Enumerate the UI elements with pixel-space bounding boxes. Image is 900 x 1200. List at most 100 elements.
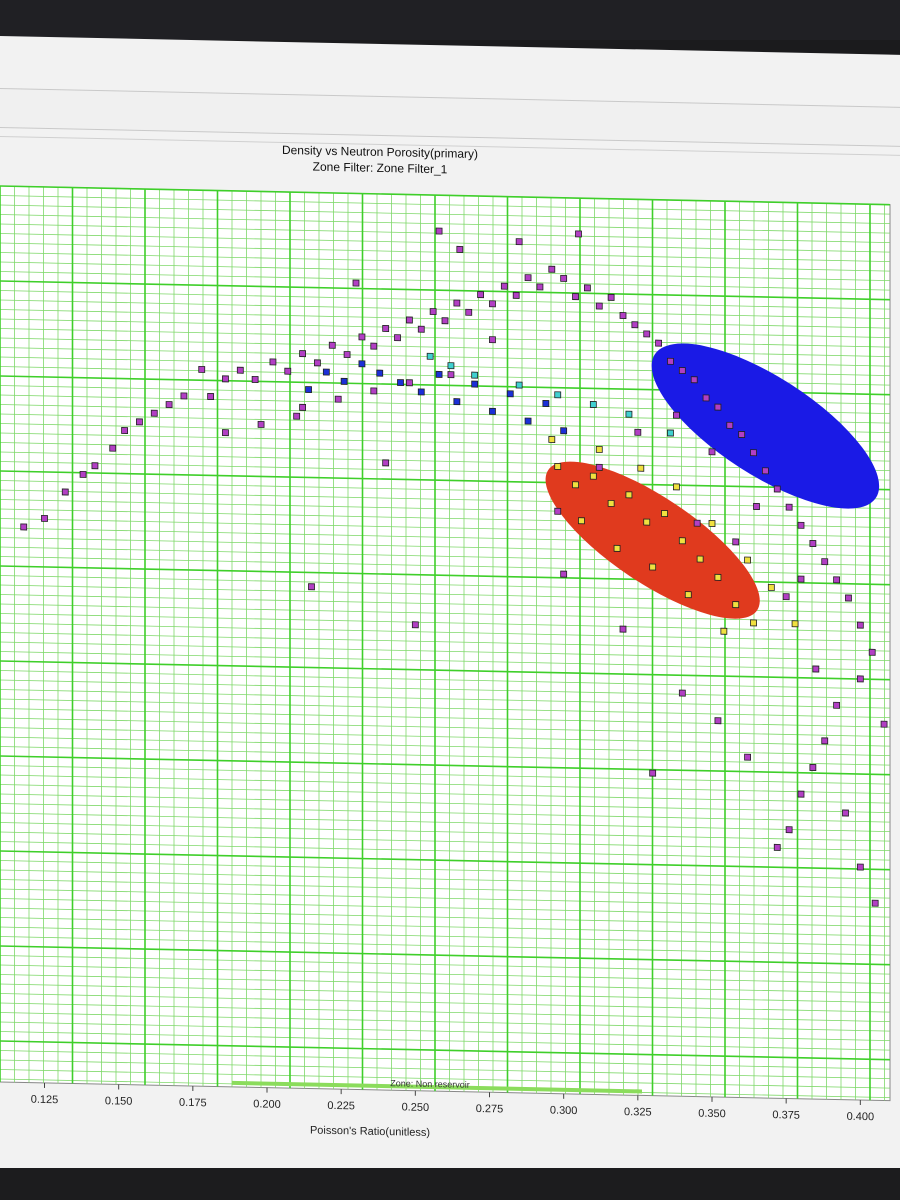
data-point	[515, 381, 523, 389]
data-point	[589, 401, 597, 408]
data-point	[634, 428, 642, 436]
data-point	[299, 350, 307, 358]
data-point	[257, 420, 265, 428]
data-point	[222, 429, 229, 437]
data-point	[506, 390, 514, 398]
data-point	[833, 576, 840, 584]
data-point	[447, 371, 455, 379]
data-point	[471, 371, 479, 379]
data-point	[560, 427, 568, 435]
data-point	[121, 427, 128, 435]
data-point	[575, 230, 582, 238]
x-tick-label: 0.125	[31, 1094, 59, 1107]
data-point	[554, 507, 562, 515]
data-point	[762, 467, 769, 475]
data-point	[536, 283, 544, 291]
data-point	[871, 899, 879, 907]
data-point	[447, 362, 455, 370]
data-point	[842, 809, 849, 817]
data-point	[649, 563, 657, 571]
data-point	[714, 403, 722, 411]
data-point	[714, 573, 722, 581]
data-point	[394, 334, 401, 342]
data-point	[702, 394, 710, 402]
data-point	[821, 558, 829, 566]
data-point	[673, 411, 680, 419]
data-point	[429, 308, 437, 316]
data-point	[441, 317, 449, 325]
data-point	[489, 300, 496, 308]
data-point	[512, 291, 520, 299]
data-point	[607, 293, 615, 301]
data-point	[631, 321, 639, 329]
data-point	[690, 376, 698, 384]
data-point	[20, 523, 28, 531]
data-point	[732, 601, 740, 609]
data-point	[572, 293, 579, 301]
data-point	[251, 376, 259, 383]
data-point	[417, 325, 425, 333]
x-tick-label: 0.250	[402, 1101, 430, 1114]
data-point	[643, 330, 651, 338]
data-point	[477, 291, 485, 299]
data-point	[489, 336, 496, 344]
data-point	[334, 395, 342, 403]
data-point	[619, 625, 627, 633]
data-point	[809, 764, 817, 771]
data-point	[560, 570, 568, 578]
data-point	[782, 593, 790, 601]
data-point	[714, 717, 722, 725]
data-point	[299, 403, 307, 411]
data-point	[773, 485, 781, 493]
data-point	[708, 520, 716, 527]
monitor-bezel-bottom	[0, 1168, 900, 1200]
data-point	[405, 379, 413, 387]
data-point	[678, 537, 686, 545]
data-point	[471, 380, 479, 388]
data-point	[678, 367, 686, 375]
data-point	[515, 238, 523, 246]
data-point	[684, 591, 692, 599]
x-tick-label: 0.400	[847, 1111, 875, 1124]
data-point	[595, 302, 603, 310]
x-tick-label: 0.325	[624, 1106, 652, 1119]
data-point	[732, 538, 740, 546]
data-point	[382, 459, 390, 467]
x-tick-label: 0.300	[550, 1105, 578, 1118]
data-point	[643, 518, 651, 526]
data-point	[812, 665, 820, 673]
data-point	[880, 720, 888, 728]
data-point	[314, 359, 321, 367]
data-point	[673, 483, 680, 491]
x-tick-label: 0.275	[476, 1103, 504, 1116]
data-point	[773, 843, 781, 851]
data-point	[417, 388, 425, 396]
data-point	[809, 540, 817, 547]
data-point	[308, 583, 315, 591]
data-point	[343, 351, 351, 359]
data-point	[411, 621, 419, 629]
x-tick-label: 0.150	[105, 1095, 133, 1108]
data-point	[284, 367, 292, 375]
data-point	[524, 274, 532, 282]
scatter-plot[interactable]: 0.125 0.150 0.175 0.200 0.225 0.250 0.275 0.300…	[0, 36, 900, 1189]
data-point	[370, 387, 378, 395]
x-tick-label: 0.175	[179, 1097, 207, 1110]
x-tick-label: 0.225	[327, 1100, 355, 1113]
data-point	[180, 392, 188, 400]
data-point	[358, 333, 366, 341]
data-point	[833, 701, 840, 709]
data-point	[322, 368, 330, 376]
data-point	[821, 737, 829, 745]
data-point	[726, 421, 734, 429]
data-point	[696, 555, 704, 563]
data-point	[667, 357, 674, 365]
data-point	[797, 521, 805, 529]
data-point	[305, 386, 312, 394]
data-point	[750, 449, 757, 457]
zone-annotation: Zone: Non reservoir	[390, 1078, 470, 1090]
data-point	[453, 398, 461, 406]
data-point	[269, 358, 277, 366]
data-point	[856, 863, 864, 871]
data-point	[61, 488, 69, 496]
